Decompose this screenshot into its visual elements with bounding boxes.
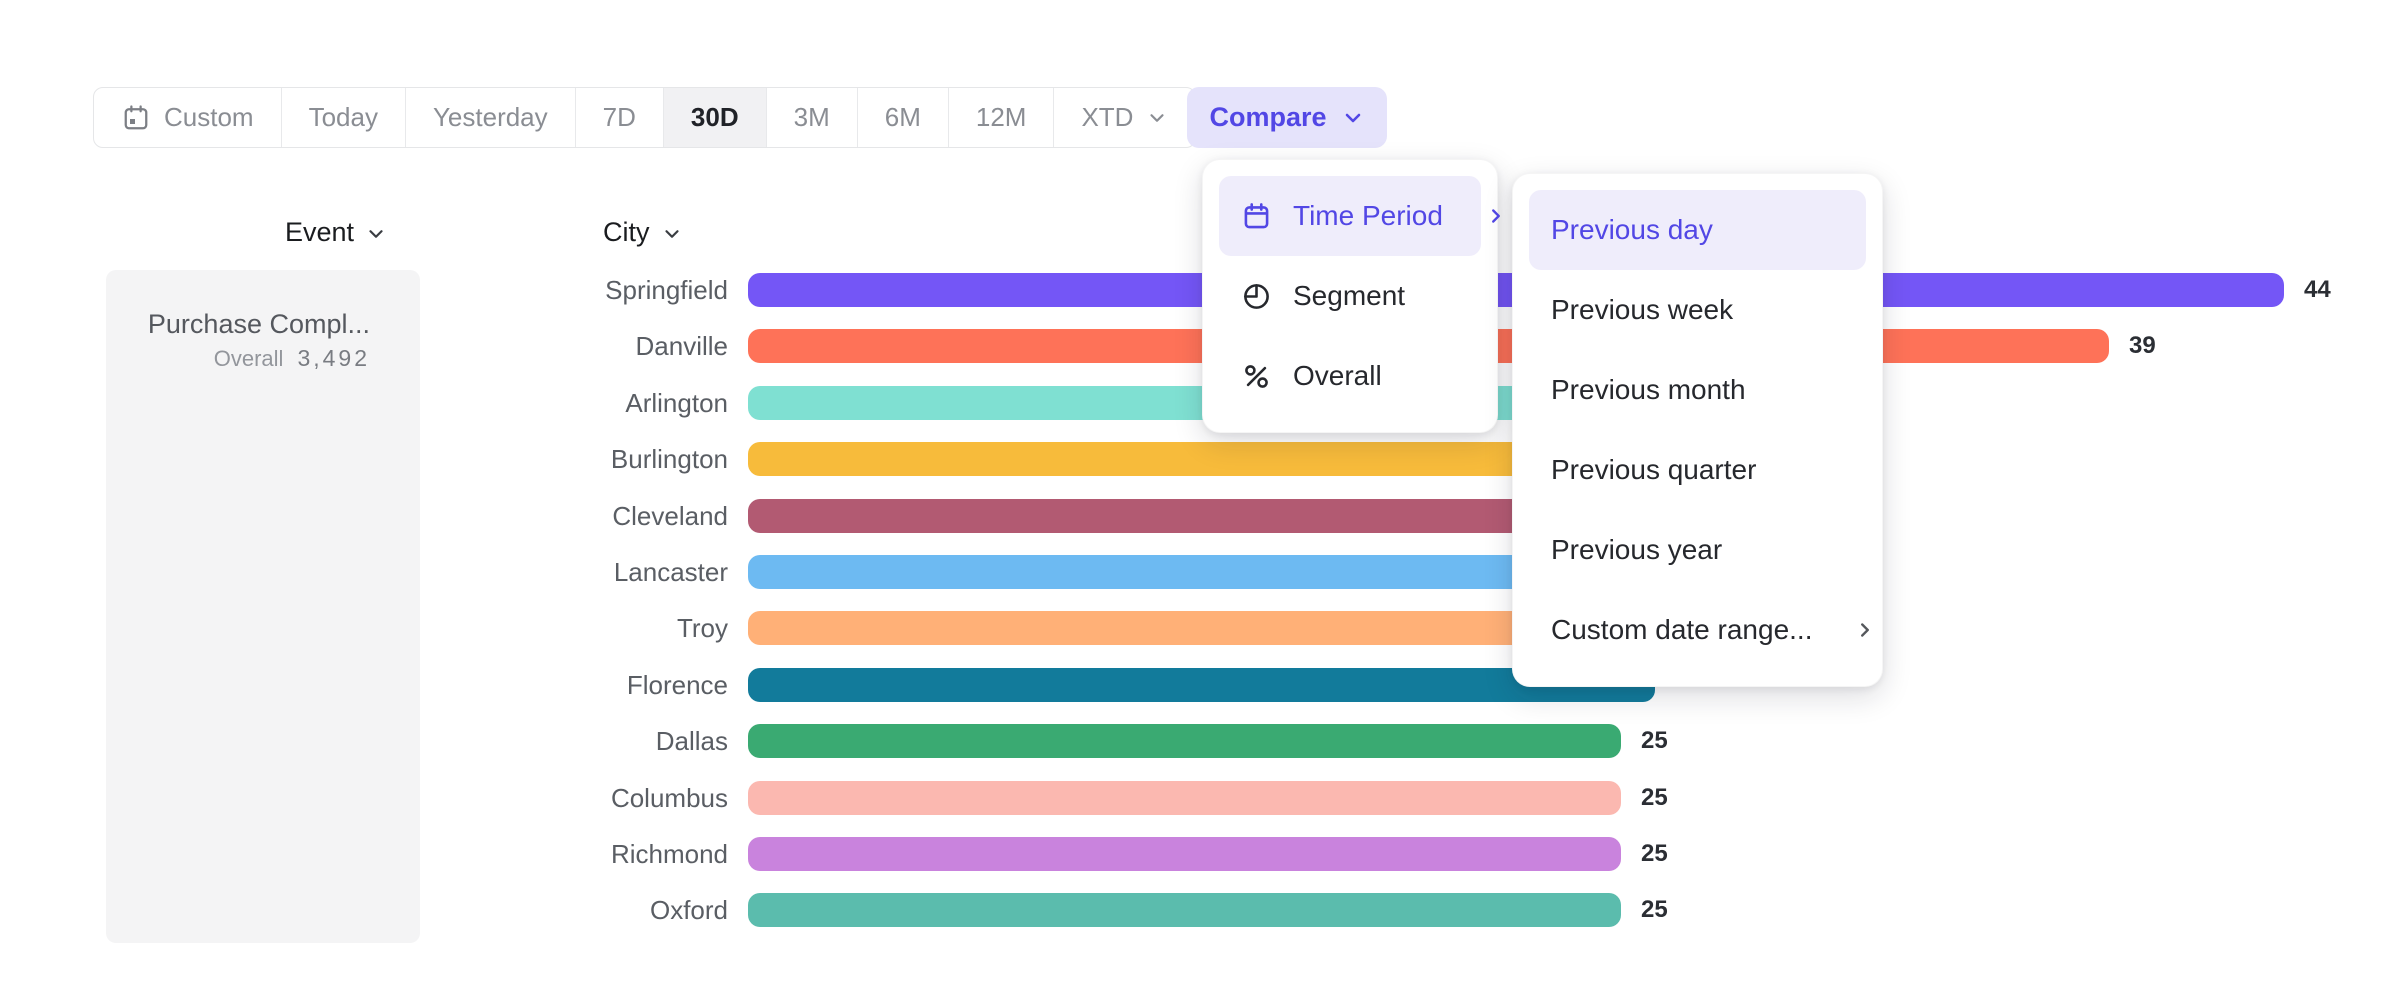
submenu-item-previous-year[interactable]: Previous year [1529, 510, 1866, 590]
bar[interactable] [748, 893, 1621, 927]
bar[interactable] [748, 781, 1621, 815]
city-column-header-label: City [603, 217, 650, 248]
range-button-label: Today [309, 102, 378, 133]
submenu-item-previous-week[interactable]: Previous week [1529, 270, 1866, 350]
bar[interactable] [748, 837, 1621, 871]
compare-button-label: Compare [1209, 102, 1326, 133]
event-card[interactable]: Purchase Compl... Overall 3,492 [106, 270, 420, 943]
range-button-label: 3M [794, 102, 830, 133]
menu-item-label: Custom date range... [1551, 614, 1812, 646]
menu-item-overall[interactable]: Overall [1219, 336, 1481, 416]
city-column-header[interactable]: City [603, 217, 683, 248]
time-period-submenu: Previous day Previous week Previous mont… [1512, 173, 1883, 687]
bar[interactable] [748, 724, 1621, 758]
event-metric-label: Overall [214, 346, 284, 371]
compare-menu: Time Period Segment Overall [1202, 159, 1498, 433]
range-button-3m[interactable]: 3M [767, 88, 858, 147]
calendar-icon [121, 103, 151, 133]
menu-item-label: Overall [1293, 360, 1382, 392]
submenu-item-previous-day[interactable]: Previous day [1529, 190, 1866, 270]
segment-icon [1241, 281, 1272, 312]
event-metric: Overall 3,492 [106, 345, 370, 372]
compare-button[interactable]: Compare [1187, 87, 1387, 148]
bar-value: 39 [2129, 329, 2156, 363]
chevron-down-icon [1341, 106, 1365, 130]
submenu-item-previous-quarter[interactable]: Previous quarter [1529, 430, 1866, 510]
bar-value: 25 [1641, 893, 1668, 927]
menu-item-label: Previous month [1551, 374, 1746, 406]
range-button-7d[interactable]: 7D [576, 88, 664, 147]
bar-value: 25 [1641, 837, 1668, 871]
bar-value: 25 [1641, 724, 1668, 758]
range-button-label: Yesterday [433, 102, 548, 133]
event-name: Purchase Compl... [106, 308, 370, 340]
menu-item-time-period[interactable]: Time Period [1219, 176, 1481, 256]
range-button-12m[interactable]: 12M [949, 88, 1055, 147]
analytics-view: Springfield44Danville39ArlingtonBurlingt… [0, 0, 2394, 1004]
range-button-custom[interactable]: Custom [94, 88, 282, 147]
bar-value: 44 [2304, 273, 2331, 307]
menu-item-label: Time Period [1293, 200, 1443, 232]
range-button-label: 7D [603, 102, 636, 133]
range-button-label: 12M [976, 102, 1027, 133]
date-range-toolbar: Custom Today Yesterday 7D 30D 3M 6M 12M … [93, 87, 1196, 148]
menu-item-label: Previous quarter [1551, 454, 1756, 486]
menu-item-label: Previous day [1551, 214, 1713, 246]
range-button-label: 30D [691, 102, 739, 133]
range-button-xtd[interactable]: XTD [1054, 88, 1195, 147]
range-button-label: Custom [164, 102, 254, 133]
bar-value: 25 [1641, 781, 1668, 815]
event-column-header-label: Event [285, 217, 354, 248]
menu-item-label: Previous year [1551, 534, 1722, 566]
event-metric-value: 3,492 [297, 345, 370, 371]
chevron-down-icon [1146, 107, 1168, 129]
range-button-label: 6M [885, 102, 921, 133]
range-button-yesterday[interactable]: Yesterday [406, 88, 576, 147]
menu-item-segment[interactable]: Segment [1219, 256, 1481, 336]
range-button-today[interactable]: Today [282, 88, 406, 147]
percent-icon [1241, 361, 1272, 392]
submenu-item-previous-month[interactable]: Previous month [1529, 350, 1866, 430]
menu-item-label: Previous week [1551, 294, 1733, 326]
event-column-header[interactable]: Event [285, 217, 387, 248]
chevron-down-icon [365, 223, 387, 245]
menu-item-label: Segment [1293, 280, 1405, 312]
chevron-down-icon [661, 223, 683, 245]
range-button-label: XTD [1081, 102, 1133, 133]
range-button-6m[interactable]: 6M [858, 88, 949, 147]
calendar-icon [1241, 201, 1272, 232]
chevron-right-icon [1854, 619, 1876, 641]
submenu-item-custom-date-range[interactable]: Custom date range... [1529, 590, 1866, 670]
chevron-right-icon [1485, 205, 1507, 227]
range-button-30d[interactable]: 30D [664, 88, 767, 147]
